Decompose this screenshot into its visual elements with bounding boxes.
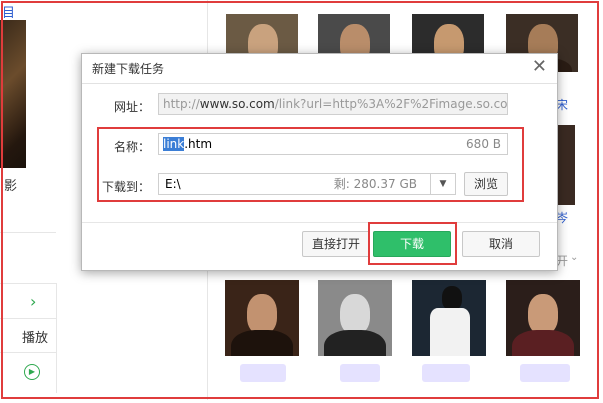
divider xyxy=(0,318,56,319)
url-rest: /link?url=http%3A%2F%2Fimage.so.com xyxy=(274,97,508,111)
saveto-path: E:\ xyxy=(165,177,181,191)
cancel-button[interactable]: 取消 xyxy=(462,231,540,257)
close-icon[interactable]: ✕ xyxy=(532,57,547,77)
filename-input[interactable]: link.htm 680 B xyxy=(158,133,508,155)
dropdown-arrow-icon[interactable]: ▼ xyxy=(430,174,455,194)
file-size: 680 B xyxy=(466,137,501,151)
celebrity-thumbnail[interactable] xyxy=(506,280,580,356)
celebrity-thumbnail[interactable] xyxy=(412,280,486,356)
chevron-down-icon[interactable]: ⌄ xyxy=(570,252,578,263)
blurred-caption xyxy=(340,364,380,382)
divider xyxy=(0,232,56,233)
chevron-right-icon[interactable]: › xyxy=(30,292,36,311)
divider xyxy=(0,352,56,353)
filename-extension: .htm xyxy=(184,137,213,151)
url-prefix: http:// xyxy=(163,97,200,111)
dialog-title: 新建下载任务 xyxy=(92,62,165,76)
download-button[interactable]: 下载 xyxy=(373,231,451,257)
screen: 目 影 › 播放 ▶ 宋 岑 开 ⌄ 新建下载任务 ✕ 网址： http://w… xyxy=(0,0,603,403)
blurred-caption xyxy=(422,364,470,382)
divider xyxy=(82,83,557,84)
url-domain: www.so.com xyxy=(199,97,275,111)
open-directly-button[interactable]: 直接打开 xyxy=(302,231,370,257)
saveto-dropdown[interactable]: E:\ 剩: 280.37 GB ▼ xyxy=(158,173,456,195)
left-movie-thumbnail[interactable] xyxy=(0,20,26,168)
filename-selected-text: link xyxy=(163,137,185,151)
name-label: 名称： xyxy=(113,140,150,154)
url-field[interactable]: http://www.so.com/link?url=http%3A%2F%2F… xyxy=(158,93,508,115)
play-icon[interactable]: ▶ xyxy=(24,364,40,380)
left-label-play: 播放 xyxy=(22,331,49,346)
celebrity-thumbnail[interactable] xyxy=(225,280,299,356)
browse-button[interactable]: 浏览 xyxy=(464,172,508,196)
blurred-caption xyxy=(520,364,570,382)
celebrity-thumbnail[interactable] xyxy=(318,280,392,356)
divider xyxy=(82,222,557,223)
left-label-ying: 影 xyxy=(4,179,18,194)
url-label: 网址： xyxy=(113,100,150,114)
new-download-dialog: 新建下载任务 ✕ 网址： http://www.so.com/link?url=… xyxy=(81,53,558,271)
left-label-mu: 目 xyxy=(2,6,16,21)
saveto-label: 下载到： xyxy=(101,180,150,194)
blurred-caption xyxy=(240,364,286,382)
divider xyxy=(56,283,57,393)
free-space: 剩: 280.37 GB xyxy=(333,177,417,191)
divider xyxy=(0,283,56,284)
